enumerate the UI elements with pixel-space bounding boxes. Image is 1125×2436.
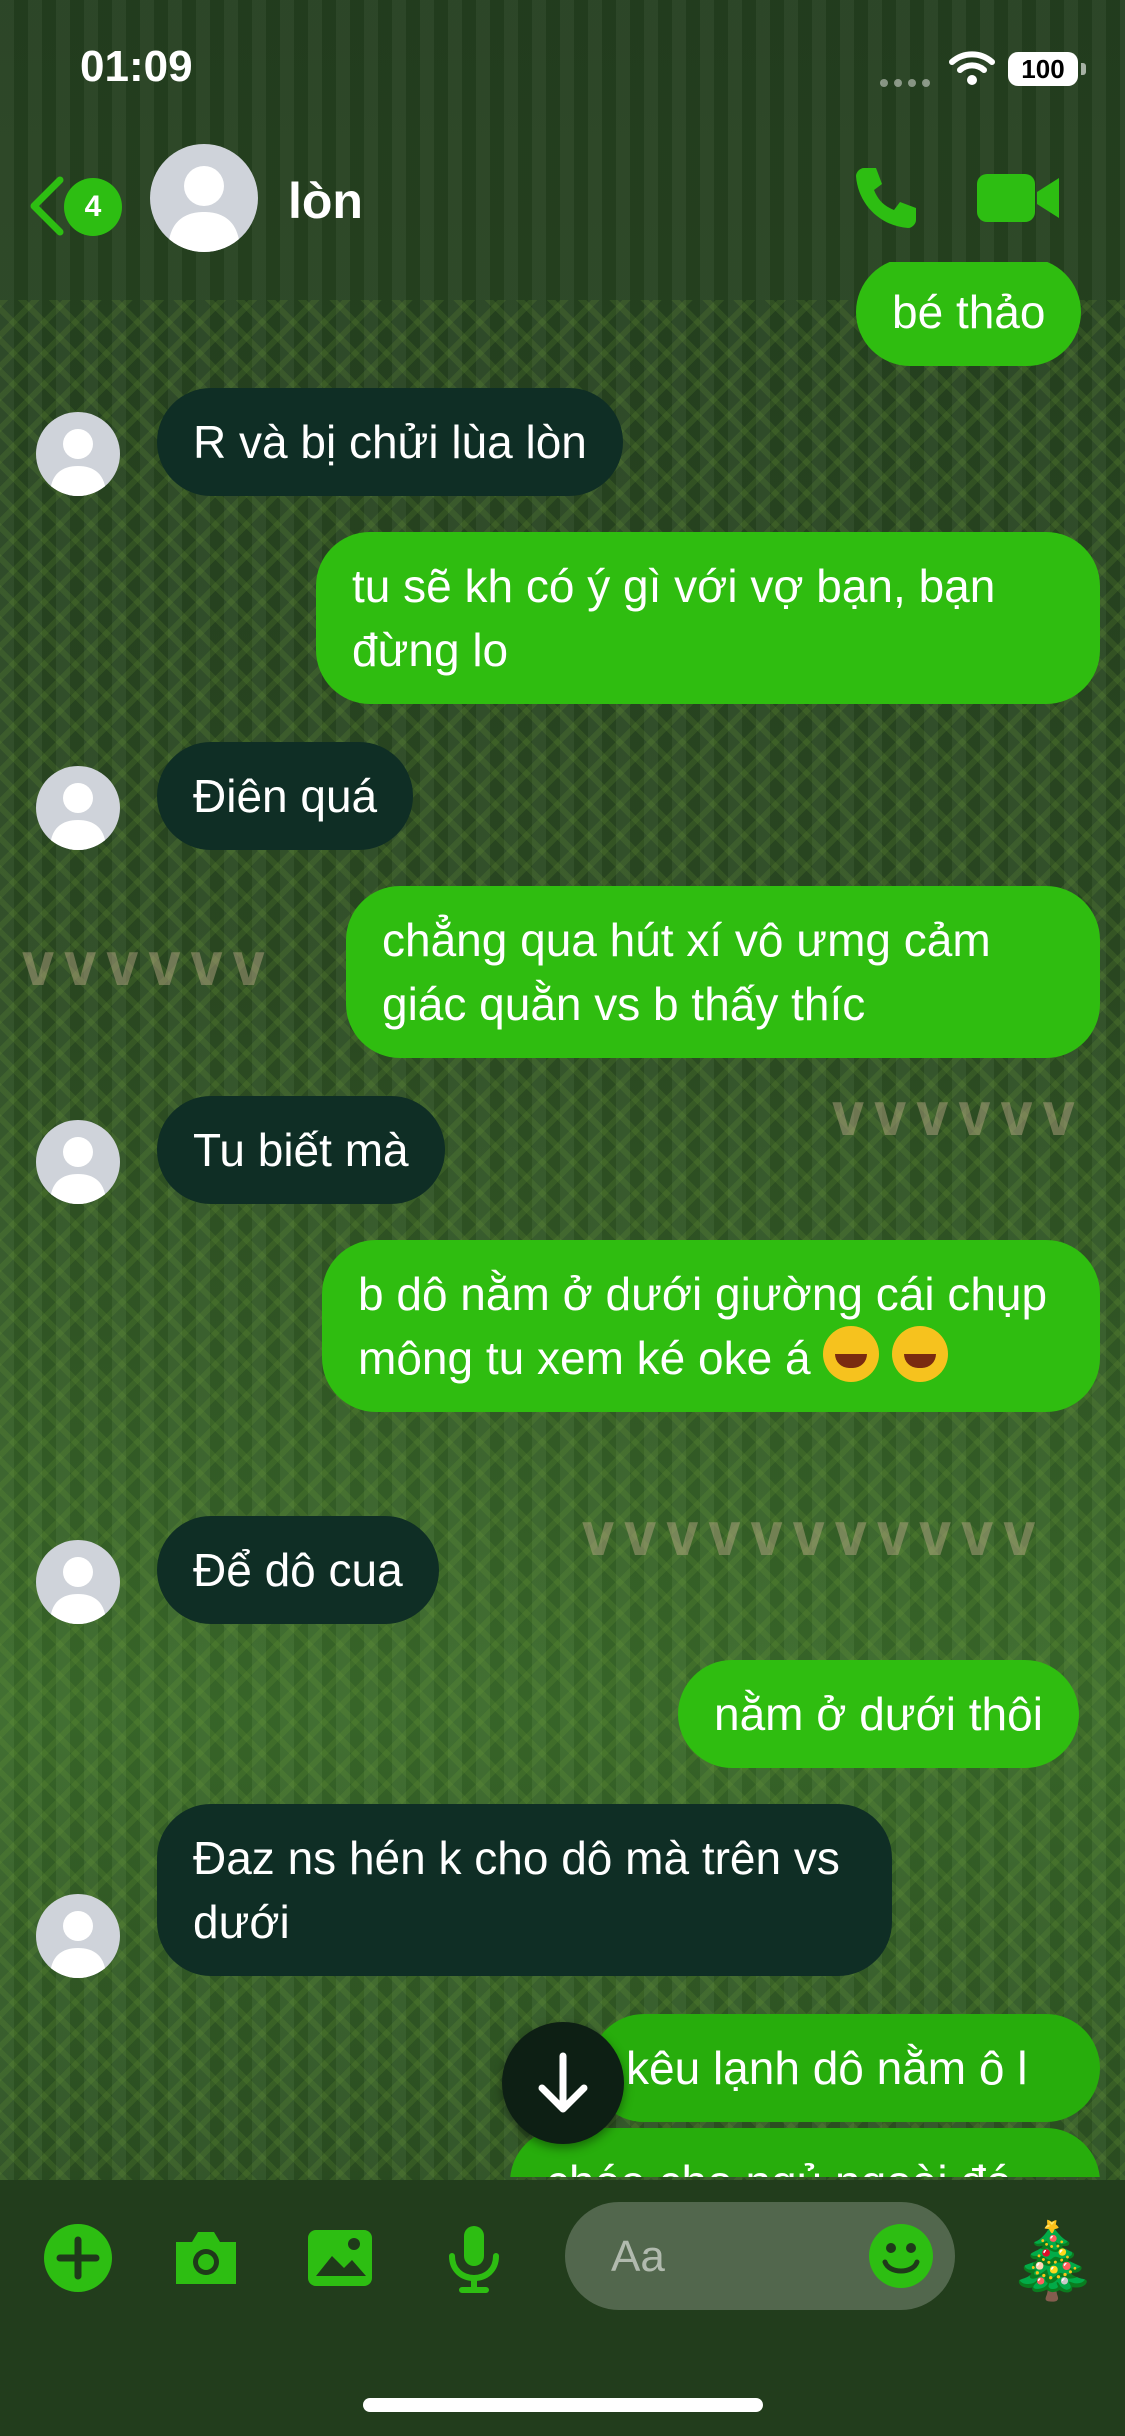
message-text: R và bị chửi lùa lòn <box>193 416 587 468</box>
message-composer: Aa 🎄 <box>0 2180 1125 2436</box>
plus-icon[interactable] <box>42 2222 114 2294</box>
outgoing-message[interactable]: tu sẽ kh có ý gì với vợ bạn, bạn đừng lo <box>316 532 1100 704</box>
message-input[interactable]: Aa <box>565 2202 955 2310</box>
outgoing-message[interactable]: chẳng qua hút xí vô ưmg cảm giác quằn vs… <box>346 886 1100 1058</box>
contact-avatar[interactable] <box>150 144 258 252</box>
message-text: tu sẽ kh có ý gì với vợ bạn, bạn đừng lo <box>352 560 996 676</box>
home-indicator[interactable] <box>363 2398 763 2412</box>
message-text: Để dô cua <box>193 1544 403 1596</box>
incoming-message[interactable]: Điên quá <box>157 742 414 850</box>
message-text: nằm ở dưới thôi <box>714 1688 1043 1740</box>
contact-name[interactable]: lòn <box>288 172 363 230</box>
smiley-icon[interactable] <box>867 2222 935 2290</box>
incoming-message[interactable]: Tu biết mà <box>157 1096 445 1204</box>
sender-avatar[interactable] <box>36 1894 120 1978</box>
microphone-icon[interactable] <box>438 2222 510 2294</box>
person-silhouette-icon <box>168 166 240 252</box>
message-input-placeholder: Aa <box>611 2232 665 2281</box>
status-bar: 01:09 100 <box>0 0 1125 140</box>
sender-avatar[interactable] <box>36 412 120 496</box>
person-silhouette-icon <box>50 1911 106 1978</box>
message-text: Tu biết mà <box>193 1124 409 1176</box>
person-silhouette-icon <box>50 1137 106 1204</box>
incoming-message[interactable]: Để dô cua <box>157 1516 439 1624</box>
outgoing-message[interactable]: kêu lạnh dô nằm ô l <box>590 2014 1100 2122</box>
sender-avatar[interactable] <box>36 766 120 850</box>
arrow-down-icon <box>538 2052 588 2113</box>
cellular-signal-icon <box>880 74 936 92</box>
message-text: Đaz ns hén k cho dô mà trên vs dưới <box>193 1832 840 1948</box>
image-icon[interactable] <box>304 2222 376 2294</box>
unread-badge: 4 <box>64 178 122 236</box>
sender-avatar[interactable] <box>36 1540 120 1624</box>
scroll-to-bottom-button[interactable] <box>502 2022 624 2144</box>
camera-icon[interactable] <box>170 2222 242 2294</box>
message-text: bé thảo <box>892 286 1046 338</box>
incoming-message[interactable]: R và bị chửi lùa lòn <box>157 388 623 496</box>
video-camera-icon[interactable] <box>975 166 1063 230</box>
sender-avatar[interactable] <box>36 1120 120 1204</box>
message-text: chẳng qua hút xí vô ưmg cảm giác quằn vs… <box>382 914 991 1030</box>
rolling-laughing-emoji-icon <box>892 1326 949 1382</box>
person-silhouette-icon <box>50 783 106 850</box>
rolling-laughing-emoji-icon <box>823 1326 880 1382</box>
outgoing-message[interactable]: bé thảo <box>856 262 1082 366</box>
chevron-left-icon <box>30 176 64 236</box>
christmas-tree-icon[interactable]: 🎄 <box>1006 2218 1098 2305</box>
person-silhouette-icon <box>50 1557 106 1624</box>
chat-header: 4 lòn <box>0 140 1125 260</box>
message-text: chóe cho ngủ ngoài đó <box>546 2156 1012 2177</box>
wifi-icon <box>949 51 995 85</box>
message-text: Điên quá <box>193 770 378 822</box>
outgoing-message[interactable]: nằm ở dưới thôi <box>678 1660 1079 1768</box>
battery-level: 100 <box>1021 54 1065 84</box>
battery-icon: 100 <box>1008 52 1086 86</box>
message-list[interactable]: bé thảo R và bị chửi lùa lòn tu sẽ kh có… <box>0 262 1125 2177</box>
person-silhouette-icon <box>50 429 106 496</box>
phone-icon[interactable] <box>850 162 922 234</box>
incoming-message[interactable]: Đaz ns hén k cho dô mà trên vs dưới <box>157 1804 892 1976</box>
back-button[interactable]: 4 <box>26 170 126 240</box>
status-time: 01:09 <box>80 42 193 91</box>
message-text: kêu lạnh dô nằm ô l <box>626 2042 1028 2094</box>
outgoing-message[interactable]: b dô nằm ở dưới giường cái chụp mông tu … <box>322 1240 1100 1412</box>
